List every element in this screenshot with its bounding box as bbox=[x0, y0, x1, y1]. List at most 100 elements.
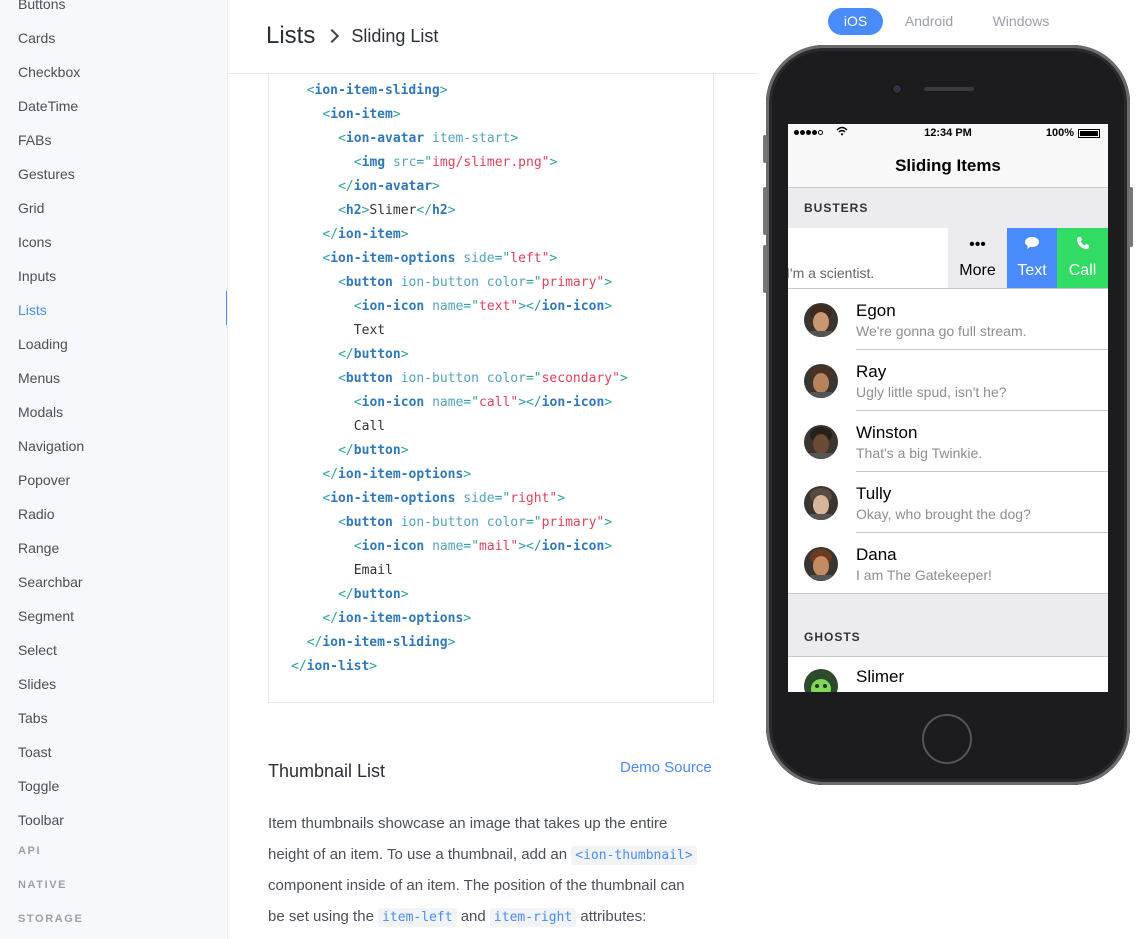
sidebar-item-slides[interactable]: Slides bbox=[18, 674, 56, 694]
list-item-slimer[interactable]: Slimer bbox=[788, 657, 1108, 692]
person-message: Okay, who brought the dog? bbox=[856, 506, 1031, 522]
sliding-item[interactable]: I'm a scientist. ••• More Text Call bbox=[788, 228, 1108, 289]
person-name: Winston bbox=[856, 423, 918, 442]
tab-windows[interactable]: Windows bbox=[983, 8, 1059, 35]
demo-source-link[interactable]: Demo Source bbox=[620, 759, 712, 776]
code-tag: ion-icon bbox=[361, 539, 425, 554]
list-item-winston[interactable]: Winston That's a big Twinkie. bbox=[788, 411, 1108, 472]
active-indicator bbox=[226, 291, 227, 325]
status-bar: 12:34 PM 100% bbox=[788, 124, 1108, 144]
sidebar-item-popover[interactable]: Popover bbox=[18, 470, 70, 490]
tab-android[interactable]: Android bbox=[896, 8, 962, 35]
paragraph-line: height of an item. To use a thumbnail, a… bbox=[268, 839, 728, 871]
sidebar-item-modals[interactable]: Modals bbox=[18, 402, 63, 422]
paragraph-text: height of an item. To use a thumbnail, a… bbox=[268, 846, 568, 863]
call-option-button[interactable]: Call bbox=[1057, 228, 1108, 288]
code-tag: ion-item-options bbox=[330, 251, 456, 266]
sidebar-section-storage[interactable]: STORAGE bbox=[18, 913, 83, 925]
sidebar-item-toggle[interactable]: Toggle bbox=[18, 776, 59, 796]
sidebar-section-api[interactable]: API bbox=[18, 845, 41, 857]
chat-bubble-icon bbox=[1007, 236, 1057, 255]
code-bracket: </ bbox=[322, 611, 339, 626]
sidebar-item-range[interactable]: Range bbox=[18, 538, 59, 558]
person-message: I am The Gatekeeper! bbox=[856, 567, 992, 583]
code-bracket: ></ bbox=[518, 299, 542, 314]
sidebar-item-searchbar[interactable]: Searchbar bbox=[18, 572, 83, 592]
more-option-button[interactable]: ••• More bbox=[948, 228, 1007, 288]
code-line: <ion-icon name="text"></ion-icon> bbox=[353, 299, 613, 314]
list-item-tully[interactable]: Tully Okay, who brought the dog? bbox=[788, 472, 1108, 533]
sidebar-item-loading[interactable]: Loading bbox=[18, 334, 68, 354]
code-attribute: ion-button color bbox=[400, 515, 526, 530]
sidebar-item-select[interactable]: Select bbox=[18, 640, 57, 660]
sidebar-item-navigation[interactable]: Navigation bbox=[18, 436, 84, 456]
code-bracket: > bbox=[604, 515, 613, 530]
avatar bbox=[804, 669, 838, 692]
code-line: <ion-item> bbox=[322, 103, 400, 127]
list-item-ray[interactable]: Ray Ugly little spud, isn't he? bbox=[788, 350, 1108, 411]
tab-ios[interactable]: iOS bbox=[828, 8, 883, 35]
home-button[interactable] bbox=[922, 714, 972, 764]
code-line: </ion-item-sliding> bbox=[307, 631, 456, 655]
code-bracket: < bbox=[338, 371, 346, 386]
code-line: <h2>Slimer</h2> bbox=[338, 203, 456, 218]
sidebar-item-icons[interactable]: Icons bbox=[18, 232, 51, 252]
sidebar-item-toolbar[interactable]: Toolbar bbox=[18, 810, 64, 830]
code-value: right bbox=[510, 491, 550, 506]
sidebar-item-segment[interactable]: Segment bbox=[18, 606, 74, 626]
page-title: Sliding List bbox=[351, 25, 439, 46]
sidebar-section-native[interactable]: NATIVE bbox=[18, 879, 67, 891]
code-bracket: < bbox=[306, 83, 315, 98]
code-attribute: item-start bbox=[432, 131, 511, 146]
code-tag: ion-avatar bbox=[353, 179, 433, 194]
text-option-button[interactable]: Text bbox=[1007, 228, 1057, 288]
code-tag: ion-item-options bbox=[330, 491, 456, 506]
code-line: </ion-avatar> bbox=[338, 175, 440, 199]
avatar bbox=[804, 425, 838, 459]
sidebar-item-lists[interactable]: Lists bbox=[18, 300, 47, 320]
code-attribute: name bbox=[432, 539, 464, 554]
code-tag: ion-icon bbox=[541, 539, 605, 554]
code-bracket: > bbox=[369, 659, 378, 674]
sidebar-item-radio[interactable]: Radio bbox=[18, 504, 55, 524]
code-attribute: side bbox=[463, 251, 495, 266]
sidebar-item-fabs[interactable]: FABs bbox=[18, 130, 51, 150]
sidebar-item-inputs[interactable]: Inputs bbox=[18, 266, 56, 286]
sidebar-item-grid[interactable]: Grid bbox=[18, 198, 44, 218]
sidebar-item-checkbox[interactable]: Checkbox bbox=[18, 62, 80, 82]
sidebar-item-buttons[interactable]: Buttons bbox=[18, 0, 65, 14]
code-tag: button bbox=[353, 443, 401, 458]
sidebar-item-menus[interactable]: Menus bbox=[18, 368, 60, 388]
sidebar-item-tabs[interactable]: Tabs bbox=[18, 708, 48, 728]
code-bracket: </ bbox=[291, 659, 307, 674]
list-item-egon[interactable]: Egon We're gonna go full stream. bbox=[788, 289, 1108, 350]
code-bracket: > bbox=[463, 467, 472, 482]
code-line: <button ion-button color="primary"> bbox=[338, 275, 613, 290]
code-bracket: </ bbox=[338, 587, 354, 602]
code-attribute: src bbox=[392, 155, 417, 170]
person-message: That's a big Twinkie. bbox=[856, 445, 983, 461]
list-header-ghosts: GHOSTS bbox=[788, 594, 1108, 657]
code-line: </button> bbox=[338, 583, 408, 607]
code-line: </button> bbox=[338, 343, 408, 367]
sidebar-item-toast[interactable]: Toast bbox=[18, 742, 51, 762]
option-label: Call bbox=[1068, 262, 1097, 279]
code-bracket: > bbox=[447, 635, 456, 650]
code-bracket: </ bbox=[338, 179, 354, 194]
code-bracket: < bbox=[338, 515, 346, 530]
code-line: <ion-item-sliding> bbox=[307, 79, 448, 103]
code-bracket: > bbox=[392, 107, 401, 122]
code-tag: ion-list bbox=[306, 659, 370, 674]
code-line: </button> bbox=[338, 439, 408, 463]
code-bracket: > bbox=[549, 251, 558, 266]
phone-icon bbox=[1057, 236, 1108, 255]
list-item-dana[interactable]: Dana I am The Gatekeeper! bbox=[788, 533, 1108, 594]
code-bracket: > bbox=[604, 275, 613, 290]
breadcrumb-section[interactable]: Lists bbox=[266, 22, 315, 50]
sidebar-item-cards[interactable]: Cards bbox=[18, 28, 55, 48]
code-text: Call bbox=[353, 419, 386, 434]
sidebar-item-gestures[interactable]: Gestures bbox=[18, 164, 75, 184]
inline-code: <ion-thumbnail> bbox=[571, 846, 697, 865]
sidebar-item-datetime[interactable]: DateTime bbox=[18, 96, 78, 116]
inline-code: item-right bbox=[489, 908, 577, 927]
